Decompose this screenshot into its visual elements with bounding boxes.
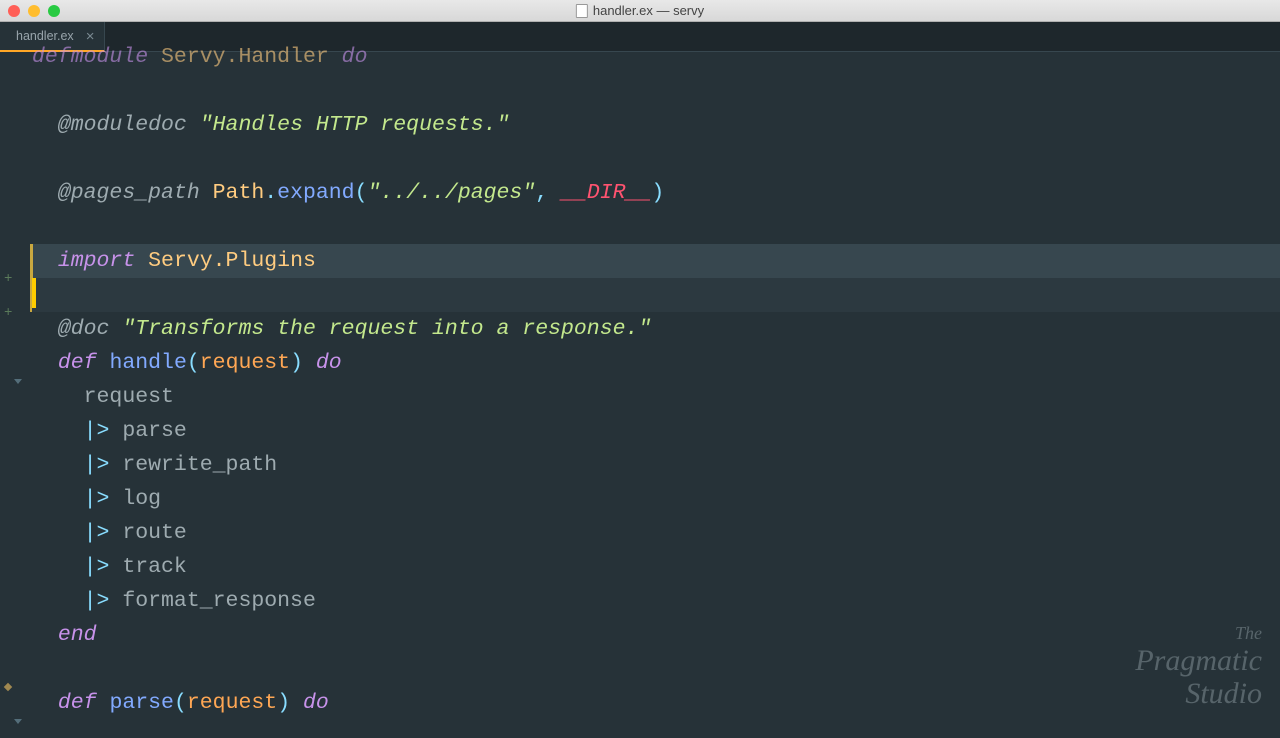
code-area[interactable]: defmodule Servy.Handler do @moduledoc "H…	[28, 52, 1280, 720]
code-line	[32, 652, 1280, 686]
traffic-lights	[0, 5, 60, 17]
git-added-icon: +	[4, 305, 12, 321]
code-line	[32, 210, 1280, 244]
code-line-cursor	[32, 278, 1280, 312]
code-line: |> track	[32, 550, 1280, 584]
git-modified-icon	[4, 683, 12, 691]
code-line: @doc "Transforms the request into a resp…	[32, 312, 1280, 346]
text-cursor	[32, 278, 36, 308]
window-title-text: handler.ex — servy	[593, 3, 704, 18]
file-icon	[576, 4, 588, 18]
watermark-logo: The PragmaticStudio	[1135, 624, 1262, 710]
fold-arrow-icon[interactable]	[14, 379, 22, 384]
window-titlebar: handler.ex — servy	[0, 0, 1280, 22]
maximize-window-icon[interactable]	[48, 5, 60, 17]
code-line	[32, 142, 1280, 176]
code-line: defmodule Servy.Handler do	[32, 40, 1280, 74]
code-line: @pages_path Path.expand("../../pages", _…	[32, 176, 1280, 210]
code-line-selected: import Servy.Plugins	[32, 244, 1280, 278]
close-window-icon[interactable]	[8, 5, 20, 17]
editor[interactable]: + + defmodule Servy.Handler do @moduledo…	[0, 52, 1280, 720]
code-line: |> format_response	[32, 584, 1280, 618]
code-line: def handle(request) do	[32, 346, 1280, 380]
window-title: handler.ex — servy	[576, 3, 704, 18]
code-line: |> parse	[32, 414, 1280, 448]
code-line: def parse(request) do	[32, 686, 1280, 720]
git-added-icon: +	[4, 271, 12, 287]
gutter: + +	[0, 52, 28, 720]
code-line: end	[32, 618, 1280, 652]
fold-arrow-icon[interactable]	[14, 719, 22, 724]
minimize-window-icon[interactable]	[28, 5, 40, 17]
code-line: |> rewrite_path	[32, 448, 1280, 482]
code-line: @moduledoc "Handles HTTP requests."	[32, 108, 1280, 142]
code-line: |> route	[32, 516, 1280, 550]
code-line: request	[32, 380, 1280, 414]
code-line: |> log	[32, 482, 1280, 516]
code-line	[32, 74, 1280, 108]
